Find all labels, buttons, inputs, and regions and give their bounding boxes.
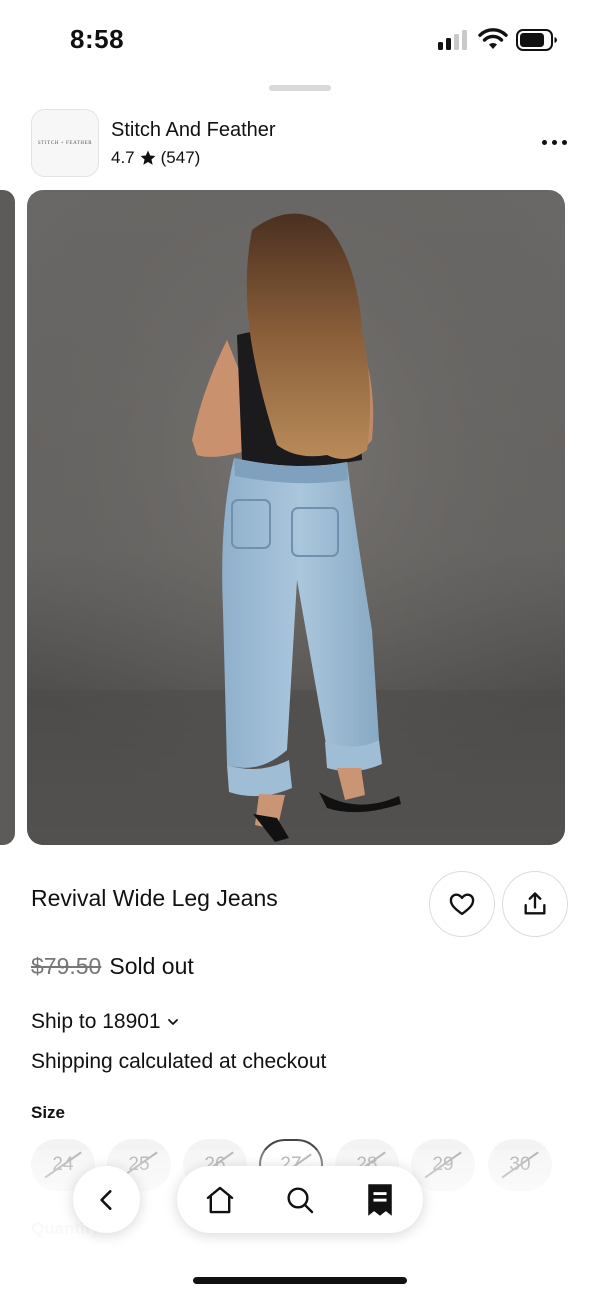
signal-icon <box>438 30 470 50</box>
sheet-grabber[interactable] <box>269 85 331 91</box>
previous-image-peek[interactable] <box>0 190 15 845</box>
bottom-nav <box>177 1166 423 1233</box>
search-icon <box>287 1187 314 1214</box>
shop-logo-text: STITCH + FEATHER <box>37 140 93 146</box>
rating-value: 4.7 <box>111 148 135 167</box>
review-count: (547) <box>160 148 201 167</box>
nav-orders-button[interactable] <box>360 1180 400 1220</box>
more-horizontal-icon <box>541 139 547 145</box>
size-option[interactable]: 30 <box>488 1139 552 1191</box>
share-icon <box>524 892 546 915</box>
status-bar: 8:58 <box>0 0 600 80</box>
wifi-icon <box>478 28 508 49</box>
shop-name[interactable]: Stitch And Feather <box>111 119 276 142</box>
favorite-button[interactable] <box>429 871 495 937</box>
nav-home-button[interactable] <box>200 1180 240 1220</box>
home-indicator[interactable] <box>193 1277 407 1284</box>
status-time: 8:58 <box>70 24 125 54</box>
chevron-left-icon <box>99 1189 112 1210</box>
product-title: Revival Wide Leg Jeans <box>31 885 278 911</box>
size-option[interactable]: 29 <box>411 1139 475 1191</box>
size-label: Size <box>31 1103 66 1122</box>
product-image[interactable] <box>27 190 565 845</box>
nav-search-button[interactable] <box>280 1180 320 1220</box>
ship-to-selector[interactable]: Ship to 18901 <box>31 1010 179 1034</box>
share-button[interactable] <box>502 871 568 937</box>
home-icon <box>206 1186 234 1214</box>
back-button[interactable] <box>73 1166 140 1233</box>
battery-icon <box>516 29 557 51</box>
receipt-icon <box>368 1184 392 1216</box>
shipping-note: Shipping calculated at checkout <box>31 1050 327 1073</box>
shop-rating[interactable]: 4.7 (547) <box>111 148 200 168</box>
shop-logo[interactable]: STITCH + FEATHER <box>31 109 99 177</box>
star-icon <box>140 150 156 165</box>
price-row: $79.50 Sold out <box>31 953 194 980</box>
original-price: $79.50 <box>31 953 102 979</box>
heart-icon <box>449 893 475 916</box>
product-photo-illustration <box>27 190 565 845</box>
ship-to-label: Ship to 18901 <box>31 1010 161 1033</box>
more-options-button[interactable] <box>534 132 574 152</box>
chevron-down-icon <box>167 1019 178 1025</box>
availability-status: Sold out <box>109 953 194 979</box>
